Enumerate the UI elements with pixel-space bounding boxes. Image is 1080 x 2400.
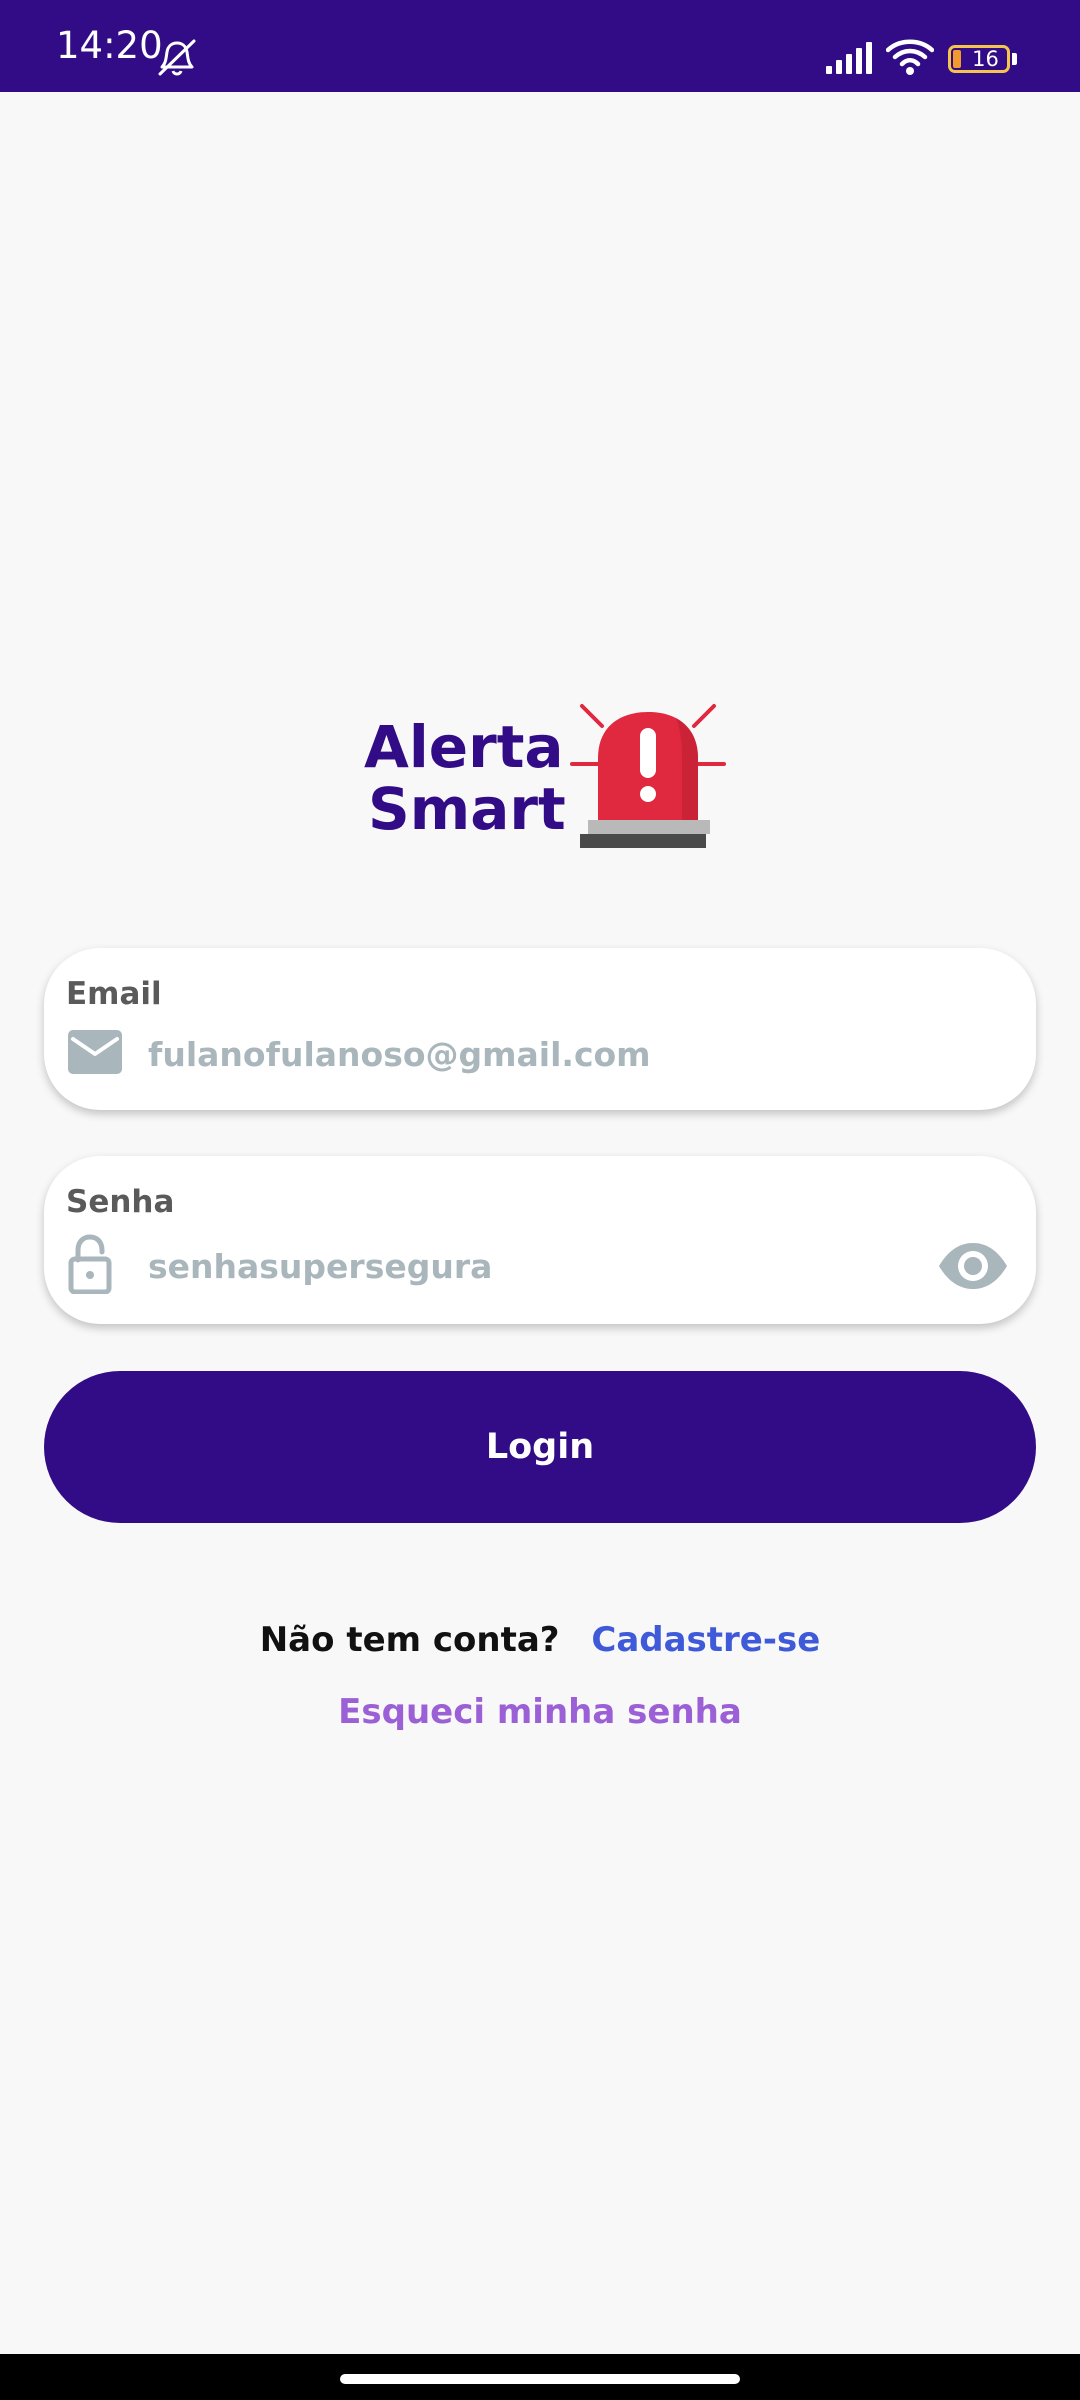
bell-off-icon	[154, 38, 200, 82]
app-logo: Alerta Smart	[364, 700, 728, 856]
status-bar: 14:20 16	[0, 0, 1080, 92]
forgot-password-link[interactable]: Esqueci minha senha	[0, 1686, 1080, 1738]
login-button[interactable]: Login	[44, 1371, 1036, 1523]
email-input[interactable]	[148, 1028, 928, 1080]
show-password-toggle[interactable]	[936, 1240, 1010, 1292]
email-label: Email	[66, 976, 162, 1012]
password-input[interactable]	[148, 1240, 928, 1292]
siren-icon	[560, 700, 730, 860]
envelope-icon	[68, 1030, 122, 1078]
home-gesture-handle[interactable]	[340, 2374, 740, 2384]
email-field: Email	[44, 948, 1036, 1110]
navigation-bar	[0, 2354, 1080, 2400]
logo-line-2: Smart	[368, 775, 566, 843]
password-field: Senha	[44, 1156, 1036, 1324]
password-label: Senha	[66, 1184, 175, 1220]
signup-question: Não tem conta?	[259, 1620, 560, 1660]
status-time: 14:20	[56, 24, 163, 67]
eye-icon	[939, 1243, 1007, 1289]
logo-line-1: Alerta	[364, 713, 564, 781]
signup-row: Não tem conta? Cadastre-se	[0, 1614, 1080, 1666]
signup-link[interactable]: Cadastre-se	[591, 1620, 820, 1660]
signal-icon	[826, 42, 876, 78]
wifi-icon	[885, 38, 935, 80]
battery-level: 16	[972, 47, 999, 71]
lock-icon	[68, 1234, 112, 1298]
logo-text: Alerta Smart	[364, 716, 566, 840]
